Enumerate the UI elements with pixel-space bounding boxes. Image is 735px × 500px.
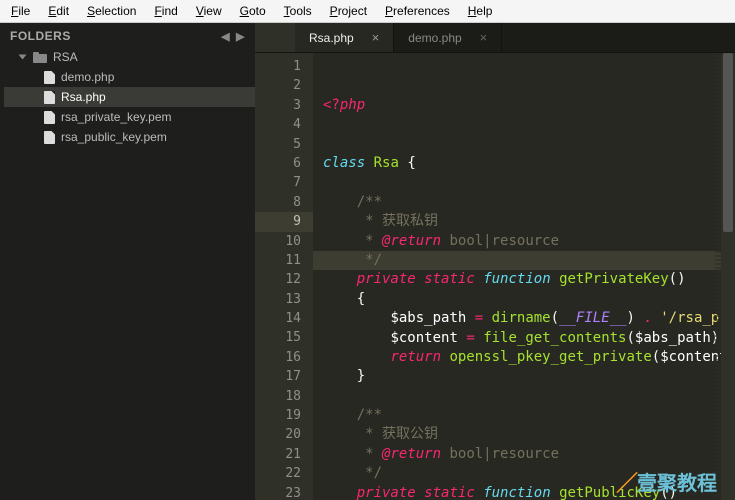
- nav-left-icon[interactable]: ◀: [221, 30, 230, 43]
- line-number: 7: [255, 173, 301, 192]
- folder-tree: RSA demo.php Rsa.php rsa_private_key.pemrs…: [0, 47, 255, 147]
- tree-file[interactable]: demo.php: [4, 67, 255, 87]
- code-line[interactable]: [323, 135, 735, 154]
- code-line[interactable]: [323, 387, 735, 406]
- file-icon: [44, 91, 55, 104]
- code-line[interactable]: */: [313, 251, 735, 270]
- tab-Rsa-php[interactable]: Rsa.php ×: [295, 23, 394, 52]
- close-icon[interactable]: ×: [372, 30, 380, 45]
- code-line[interactable]: {: [323, 290, 735, 309]
- line-number: 5: [255, 135, 301, 154]
- line-number: 23: [255, 484, 301, 500]
- line-number: 21: [255, 445, 301, 464]
- line-number: 12: [255, 270, 301, 289]
- tree-file[interactable]: rsa_public_key.pem: [4, 127, 255, 147]
- code-line[interactable]: private static function getPrivateKey(): [323, 270, 735, 289]
- line-number: 10: [255, 232, 301, 251]
- file-icon: [44, 111, 55, 124]
- code-line[interactable]: return openssl_pkey_get_private($content…: [323, 348, 735, 367]
- vertical-scrollbar[interactable]: [721, 53, 735, 500]
- sidebar-title: FOLDERS: [10, 29, 71, 43]
- code-line[interactable]: private static function getPublicKey(): [323, 484, 735, 500]
- file-label: rsa_private_key.pem: [61, 110, 172, 124]
- line-number: 11: [255, 251, 301, 270]
- tree-file[interactable]: rsa_private_key.pem: [4, 107, 255, 127]
- line-number: 4: [255, 115, 301, 134]
- tab-label: demo.php: [408, 31, 461, 45]
- file-icon: [44, 71, 55, 84]
- tab-label: Rsa.php: [309, 31, 354, 45]
- menu-find[interactable]: Find: [147, 3, 184, 19]
- tab-bar: Rsa.php × demo.php ×: [255, 23, 735, 53]
- code-line[interactable]: [323, 115, 735, 134]
- file-label: rsa_public_key.pem: [61, 130, 167, 144]
- file-icon: [44, 131, 55, 144]
- menu-edit[interactable]: Edit: [41, 3, 76, 19]
- code-line[interactable]: * @return bool|resource: [323, 232, 735, 251]
- code-line[interactable]: [323, 173, 735, 192]
- folder-label: RSA: [53, 50, 78, 64]
- tab-demo-php[interactable]: demo.php ×: [394, 23, 502, 52]
- line-number: 20: [255, 425, 301, 444]
- file-label: Rsa.php: [61, 90, 106, 104]
- code-line[interactable]: * 获取私钥: [323, 212, 735, 231]
- disclosure-triangle-icon[interactable]: [19, 55, 27, 60]
- close-icon[interactable]: ×: [480, 30, 488, 45]
- line-number: 22: [255, 464, 301, 483]
- menu-bar: FileEditSelectionFind ViewGotoToolsProjec…: [0, 0, 735, 23]
- folder-icon: [33, 52, 47, 63]
- line-number: 15: [255, 328, 301, 347]
- code-area[interactable]: 123456789101112131415161718192021222324 …: [255, 53, 735, 500]
- line-number: 14: [255, 309, 301, 328]
- menu-file[interactable]: File: [4, 3, 37, 19]
- line-number: 13: [255, 290, 301, 309]
- line-number: 2: [255, 76, 301, 95]
- code-line[interactable]: $abs_path = dirname(__FILE__) . '/rsa_pr…: [323, 309, 735, 328]
- code-content[interactable]: <?php class Rsa { /** * 获取私钥 * @return b…: [313, 53, 735, 500]
- menu-preferences[interactable]: Preferences: [378, 3, 457, 19]
- code-line[interactable]: /**: [323, 193, 735, 212]
- line-number: 8: [255, 193, 301, 212]
- main-area: FOLDERS ◀ ▶ RSA demo.php Rsa.php rsa_priva…: [0, 23, 735, 500]
- line-number: 1: [255, 57, 301, 76]
- code-line[interactable]: */: [323, 464, 735, 483]
- nav-right-icon[interactable]: ▶: [236, 30, 245, 43]
- tree-file[interactable]: Rsa.php: [4, 87, 255, 107]
- menu-goto[interactable]: Goto: [233, 3, 273, 19]
- line-number: 16: [255, 348, 301, 367]
- tree-folder-root[interactable]: RSA: [4, 47, 255, 67]
- editor-pane: Rsa.php×demo.php× 1234567891011121314151…: [255, 23, 735, 500]
- menu-help[interactable]: Help: [461, 3, 500, 19]
- tabbar-gutter-pad: [255, 23, 295, 52]
- code-line[interactable]: $content = file_get_contents($abs_path);: [323, 329, 735, 348]
- line-number: 18: [255, 387, 301, 406]
- code-line[interactable]: * 获取公钥: [323, 425, 735, 444]
- scrollbar-thumb[interactable]: [723, 53, 733, 232]
- menu-project[interactable]: Project: [323, 3, 374, 19]
- menu-view[interactable]: View: [189, 3, 229, 19]
- line-number: 19: [255, 406, 301, 425]
- code-line[interactable]: <?php: [323, 96, 735, 115]
- line-number: 9: [255, 212, 313, 231]
- sidebar: FOLDERS ◀ ▶ RSA demo.php Rsa.php rsa_priva…: [0, 23, 255, 500]
- code-line[interactable]: * @return bool|resource: [323, 445, 735, 464]
- code-line[interactable]: /**: [323, 406, 735, 425]
- file-label: demo.php: [61, 70, 114, 84]
- code-line[interactable]: }: [323, 367, 735, 386]
- menu-selection[interactable]: Selection: [80, 3, 143, 19]
- line-number: 17: [255, 367, 301, 386]
- sidebar-header: FOLDERS ◀ ▶: [0, 23, 255, 47]
- menu-tools[interactable]: Tools: [277, 3, 319, 19]
- line-number-gutter: 123456789101112131415161718192021222324: [255, 53, 313, 500]
- line-number: 6: [255, 154, 301, 173]
- sidebar-nav-arrows: ◀ ▶: [221, 30, 245, 43]
- line-number: 3: [255, 96, 301, 115]
- code-line[interactable]: class Rsa {: [323, 154, 735, 173]
